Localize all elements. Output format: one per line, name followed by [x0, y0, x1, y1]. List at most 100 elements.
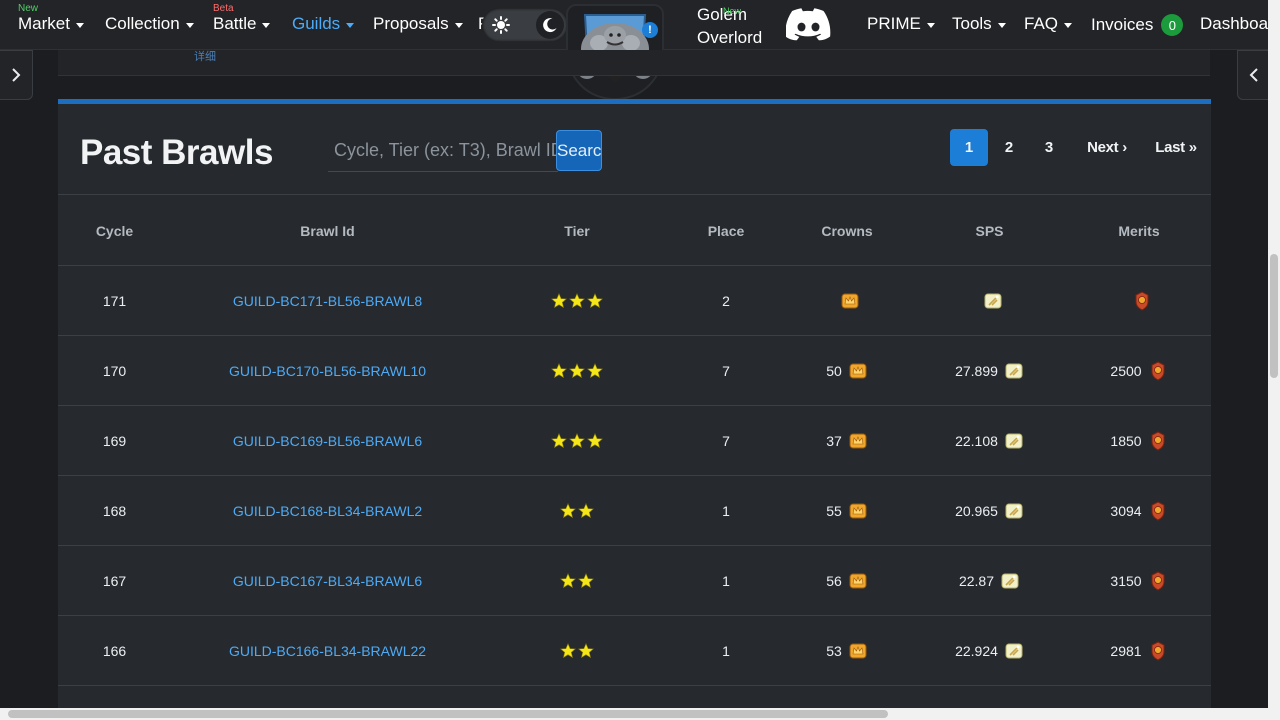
- horizontal-scroll-thumb[interactable]: [8, 710, 888, 718]
- brawl-id-link[interactable]: GUILD-BC171-BL56-BRAWL8: [233, 293, 422, 309]
- crowns-value: 37: [826, 432, 842, 449]
- sps-value: 27.899: [955, 362, 998, 379]
- nav-battle[interactable]: Beta Battle: [213, 3, 271, 34]
- nav-faq[interactable]: FAQ: [1024, 14, 1073, 34]
- brawls-table: Cycle Brawl Id Tier Place Crowns SPS Mer…: [58, 196, 1211, 686]
- merits-value: 2500: [1110, 362, 1142, 379]
- nav-collection[interactable]: Collection: [105, 14, 194, 34]
- vertical-scroll-thumb[interactable]: [1270, 254, 1278, 378]
- table-row: 167 GUILD-BC167-BL34-BRAWL6 1 56 22.87 3150: [58, 546, 1211, 616]
- page-title: Past Brawls: [80, 133, 273, 172]
- header-brawl-id[interactable]: Brawl Id: [171, 223, 484, 239]
- nav-market[interactable]: New Market: [18, 3, 84, 34]
- cell-cycle: 167: [58, 573, 171, 589]
- nav-proposals[interactable]: Proposals: [373, 14, 463, 34]
- sps-token-icon: [1001, 573, 1019, 588]
- panel-header: Past Brawls Search 1 2 3 Next › Last »: [58, 104, 1211, 195]
- page-2-link[interactable]: 2: [989, 129, 1029, 166]
- new-badge: New: [723, 6, 742, 16]
- cell-place: 7: [670, 433, 782, 449]
- header-place[interactable]: Place: [670, 223, 782, 239]
- nav-invoices-label: Invoices: [1091, 15, 1154, 34]
- brawl-id-link[interactable]: GUILD-BC167-BL34-BRAWL6: [233, 573, 422, 589]
- nav-guilds[interactable]: Guilds: [292, 14, 355, 34]
- cell-tier: [484, 292, 670, 309]
- right-panel-toggle[interactable]: [1237, 50, 1271, 100]
- cell-place: 1: [670, 643, 782, 659]
- last-page-link[interactable]: Last »: [1141, 129, 1211, 166]
- cell-brawl-id: GUILD-BC168-BL34-BRAWL2: [171, 503, 484, 519]
- discord-icon[interactable]: [786, 8, 832, 42]
- cell-place: 7: [670, 363, 782, 379]
- cell-brawl-id: GUILD-BC167-BL34-BRAWL6: [171, 573, 484, 589]
- cell-crowns: 37: [782, 431, 912, 451]
- cell-cycle: 170: [58, 363, 171, 379]
- search-input[interactable]: [328, 130, 558, 172]
- tier-stars: [560, 572, 594, 589]
- brawl-id-link[interactable]: GUILD-BC166-BL34-BRAWL22: [229, 643, 426, 659]
- header-merits[interactable]: Merits: [1067, 223, 1211, 239]
- star-icon: [551, 292, 567, 308]
- table-row: 171 GUILD-BC171-BL56-BRAWL8 2: [58, 266, 1211, 336]
- header-tier[interactable]: Tier: [484, 223, 670, 239]
- cycle-value: 168: [102, 502, 127, 519]
- sun-icon: [492, 16, 510, 34]
- merit-medal-icon: [1151, 570, 1165, 591]
- nav-collection-label: Collection: [105, 14, 180, 33]
- moon-knob: [536, 11, 564, 39]
- nav-invoices[interactable]: Invoices 0: [1091, 14, 1184, 36]
- left-panel-toggle[interactable]: [0, 50, 33, 100]
- crown-token-icon: [849, 433, 867, 448]
- search-button[interactable]: Search: [556, 130, 602, 171]
- tier-stars: [560, 642, 594, 659]
- brawl-id-link[interactable]: GUILD-BC168-BL34-BRAWL2: [233, 503, 422, 519]
- vertical-scrollbar[interactable]: [1268, 0, 1280, 720]
- nav-proposals-label: Proposals: [373, 14, 449, 33]
- brawl-id-link[interactable]: GUILD-BC170-BL56-BRAWL10: [229, 363, 426, 379]
- cell-sps: [912, 291, 1067, 311]
- nav-dashboard[interactable]: Dashboard: [1200, 14, 1268, 34]
- caret-down-icon: [1064, 22, 1073, 28]
- page-1-link[interactable]: 1: [950, 129, 988, 166]
- nav-guild-name[interactable]: New Golem Overlord: [697, 3, 762, 49]
- new-badge: New: [18, 3, 39, 14]
- horizontal-scrollbar[interactable]: [0, 708, 1268, 720]
- header-cycle[interactable]: Cycle: [58, 223, 171, 239]
- crowns-value: 55: [826, 502, 842, 519]
- nav-prime[interactable]: PRIME: [867, 14, 935, 34]
- beta-badge: Beta: [213, 3, 234, 14]
- previous-section-strip: 详细: [58, 50, 1210, 76]
- star-icon: [569, 292, 585, 308]
- star-icon: [578, 572, 594, 588]
- cell-tier: [484, 432, 670, 449]
- sps-token-icon: [1005, 643, 1023, 658]
- crowns-value: 53: [826, 642, 842, 659]
- next-page-link[interactable]: Next ›: [1073, 129, 1141, 166]
- cycle-value: 171: [102, 292, 127, 309]
- caret-down-icon: [185, 22, 194, 28]
- page-3-link[interactable]: 3: [1029, 129, 1069, 166]
- table-row: 169 GUILD-BC169-BL56-BRAWL6 7 37 22.108 1850: [58, 406, 1211, 476]
- theme-toggle[interactable]: [482, 8, 568, 42]
- cell-crowns: 50: [782, 361, 912, 381]
- sps-token-icon: [1005, 503, 1023, 518]
- header-crowns[interactable]: Crowns: [782, 223, 912, 239]
- merits-value: 2981: [1110, 642, 1142, 659]
- nav-dashboard-label: Dashboard: [1200, 14, 1268, 33]
- cell-merits: 1850: [1067, 430, 1211, 451]
- sps-value: 22.924: [955, 642, 998, 659]
- place-value: 1: [722, 642, 730, 659]
- header-sps[interactable]: SPS: [912, 223, 1067, 239]
- place-value: 1: [722, 572, 730, 589]
- cell-tier: [484, 572, 670, 589]
- cell-merits: 2981: [1067, 640, 1211, 661]
- details-link[interactable]: 详细: [194, 48, 216, 64]
- tier-stars: [560, 502, 594, 519]
- merit-medal-icon: [1135, 290, 1149, 311]
- nav-tools[interactable]: Tools: [952, 14, 1006, 34]
- cell-sps: 22.87: [912, 571, 1067, 591]
- cell-tier: [484, 362, 670, 379]
- cell-brawl-id: GUILD-BC169-BL56-BRAWL6: [171, 433, 484, 449]
- cell-merits: 2500: [1067, 360, 1211, 381]
- brawl-id-link[interactable]: GUILD-BC169-BL56-BRAWL6: [233, 433, 422, 449]
